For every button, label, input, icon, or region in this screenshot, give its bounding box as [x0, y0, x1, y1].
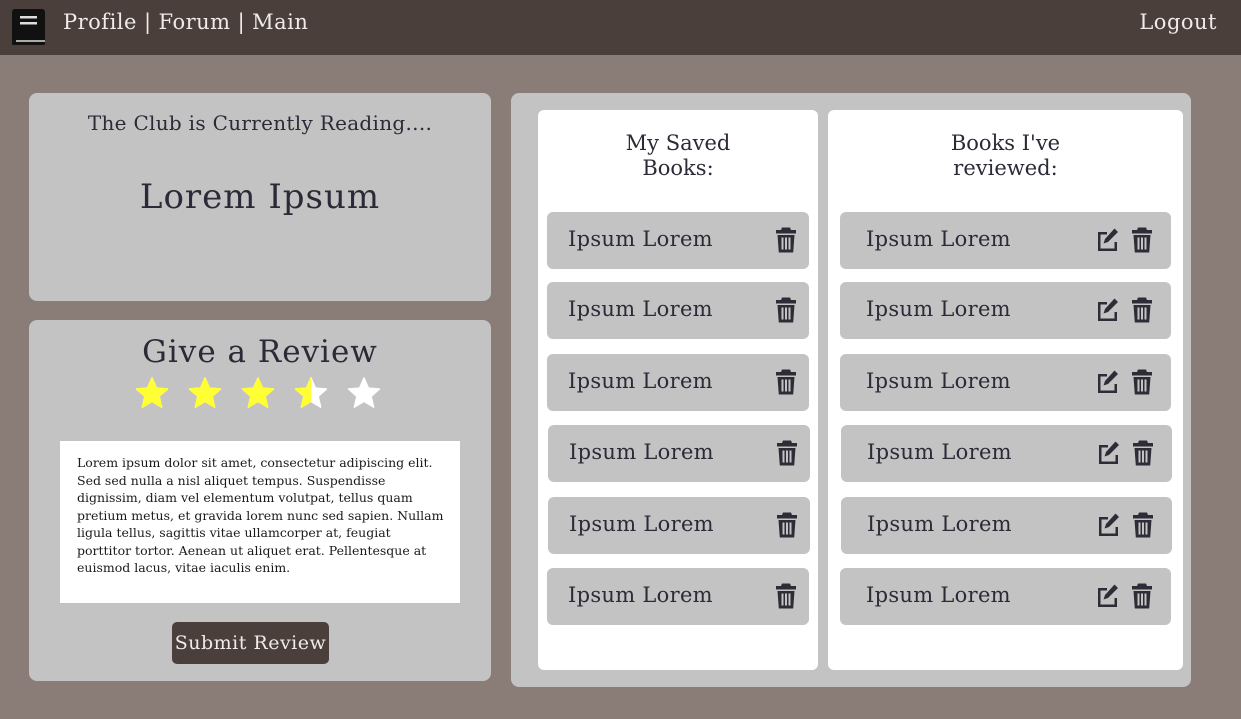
- main-nav: Profile | Forum | Main: [63, 10, 308, 34]
- book-title: Ipsum Lorem: [568, 297, 713, 321]
- saved-books-column: My Saved Books: Ipsum Lorem Ipsum Lorem Ip…: [538, 110, 818, 670]
- book-title: Ipsum Lorem: [569, 440, 714, 464]
- saved-book-item[interactable]: Ipsum Lorem: [547, 212, 809, 269]
- book-title: Ipsum Lorem: [866, 369, 1011, 393]
- reviewed-book-item[interactable]: Ipsum Lorem: [841, 425, 1172, 482]
- review-heading: Give a Review: [142, 334, 378, 370]
- saved-book-item[interactable]: Ipsum Lorem: [548, 497, 810, 554]
- trash-icon[interactable]: [1131, 439, 1155, 467]
- reviewed-book-item[interactable]: Ipsum Lorem: [840, 282, 1171, 339]
- edit-icon[interactable]: [1095, 296, 1119, 324]
- reviewed-book-item[interactable]: Ipsum Lorem: [841, 497, 1172, 554]
- book-icon[interactable]: [11, 8, 47, 46]
- trash-icon[interactable]: [1130, 296, 1154, 324]
- star-icon[interactable]: [135, 376, 169, 410]
- edit-icon[interactable]: [1095, 582, 1119, 610]
- book-title: Ipsum Lorem: [569, 512, 714, 536]
- reviewed-books-title-line1: Books I've: [950, 131, 1061, 155]
- saved-books-title-line1: My Saved: [625, 131, 731, 155]
- edit-icon[interactable]: [1095, 226, 1119, 254]
- reviewed-book-item[interactable]: Ipsum Lorem: [840, 568, 1171, 625]
- nav-profile-link[interactable]: Profile: [63, 10, 137, 34]
- reviewed-book-item[interactable]: Ipsum Lorem: [840, 212, 1171, 269]
- reviewed-book-item[interactable]: Ipsum Lorem: [840, 354, 1171, 411]
- saved-book-item[interactable]: Ipsum Lorem: [548, 425, 810, 482]
- trash-icon[interactable]: [774, 582, 798, 610]
- book-title: Ipsum Lorem: [568, 369, 713, 393]
- book-title: Ipsum Lorem: [867, 512, 1012, 536]
- trash-icon[interactable]: [774, 226, 798, 254]
- saved-books-title-line2: Books:: [642, 156, 714, 180]
- trash-icon[interactable]: [1130, 582, 1154, 610]
- saved-book-item[interactable]: Ipsum Lorem: [547, 354, 809, 411]
- saved-book-item[interactable]: Ipsum Lorem: [547, 282, 809, 339]
- book-title: Ipsum Lorem: [866, 297, 1011, 321]
- trash-icon[interactable]: [774, 368, 798, 396]
- review-textarea[interactable]: Lorem ipsum dolor sit amet, consectetur …: [60, 441, 460, 603]
- book-title: Ipsum Lorem: [568, 583, 713, 607]
- star-icon[interactable]: [294, 376, 328, 410]
- top-navbar: Profile | Forum | Main Logout: [0, 0, 1241, 55]
- reviewed-books-column: Books I've reviewed: Ipsum Lorem Ipsum Lo…: [828, 110, 1183, 670]
- saved-books-title: My Saved Books:: [538, 131, 818, 181]
- star-icon[interactable]: [347, 376, 381, 410]
- star-icon[interactable]: [241, 376, 275, 410]
- currently-reading-heading: The Club is Currently Reading....: [87, 111, 433, 135]
- trash-icon[interactable]: [1131, 511, 1155, 539]
- saved-book-item[interactable]: Ipsum Lorem: [547, 568, 809, 625]
- current-book-title: Lorem Ipsum: [139, 177, 381, 217]
- book-title: Ipsum Lorem: [568, 227, 713, 251]
- edit-icon[interactable]: [1095, 368, 1119, 396]
- book-title: Ipsum Lorem: [866, 227, 1011, 251]
- book-title: Ipsum Lorem: [866, 583, 1011, 607]
- nav-separator: |: [237, 10, 246, 34]
- books-panel: My Saved Books: Ipsum Lorem Ipsum Lorem Ip…: [511, 93, 1191, 687]
- trash-icon[interactable]: [1130, 226, 1154, 254]
- reviewed-books-title: Books I've reviewed:: [828, 131, 1183, 181]
- nav-forum-link[interactable]: Forum: [159, 10, 231, 34]
- currently-reading-card: The Club is Currently Reading.... Lorem …: [29, 93, 491, 301]
- logout-link[interactable]: Logout: [1139, 10, 1217, 34]
- give-review-card: Give a Review Lorem ipsum dolor sit amet…: [29, 320, 491, 681]
- book-title: Ipsum Lorem: [867, 440, 1012, 464]
- reviewed-books-title-line2: reviewed:: [953, 156, 1058, 180]
- submit-review-button[interactable]: Submit Review: [172, 622, 329, 664]
- trash-icon[interactable]: [775, 439, 799, 467]
- trash-icon[interactable]: [774, 296, 798, 324]
- edit-icon[interactable]: [1096, 511, 1120, 539]
- star-rating[interactable]: [135, 376, 381, 416]
- edit-icon[interactable]: [1096, 439, 1120, 467]
- trash-icon[interactable]: [775, 511, 799, 539]
- nav-separator: |: [143, 10, 152, 34]
- trash-icon[interactable]: [1130, 368, 1154, 396]
- nav-main-link[interactable]: Main: [252, 10, 308, 34]
- star-icon[interactable]: [188, 376, 222, 410]
